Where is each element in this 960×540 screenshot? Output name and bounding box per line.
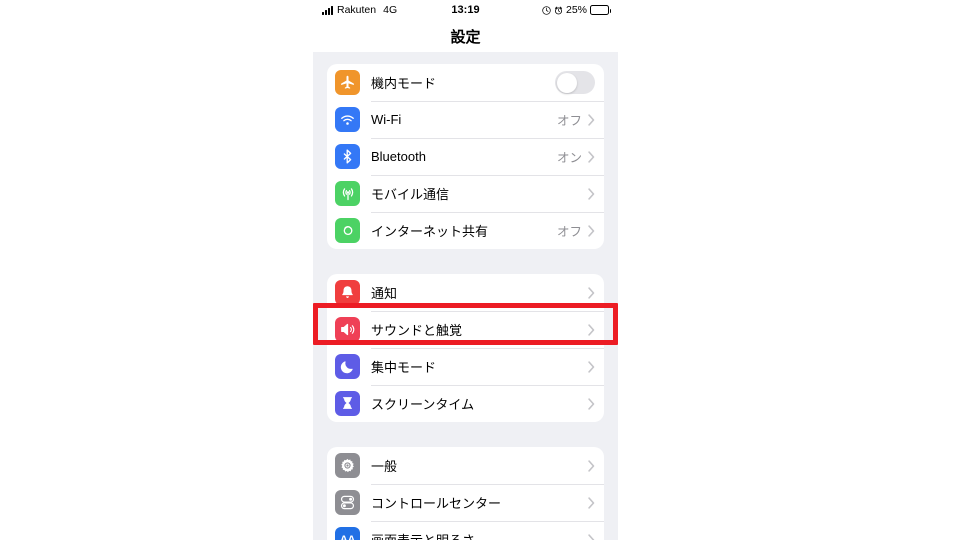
carrier-name: Rakuten: [337, 4, 377, 16]
settings-row-airplane-mode[interactable]: 機内モード: [327, 64, 604, 101]
settings-row-notifications[interactable]: 通知: [327, 274, 604, 311]
settings-row-value: オフ: [556, 114, 582, 128]
speaker-icon: [335, 317, 360, 342]
moon-icon: [335, 354, 360, 379]
settings-list: 機内モード Wi-Fi オフ Bluetooth オン モバイル通信 インターネ…: [313, 64, 618, 540]
settings-row-label: インターネット共有: [371, 224, 489, 239]
chevron-right-icon: [588, 224, 595, 237]
hotspot-link-icon: [335, 218, 360, 243]
settings-row-sounds-haptics[interactable]: サウンドと触覚: [327, 311, 604, 348]
status-bar-right: 25%: [542, 4, 611, 16]
gear-icon: [335, 453, 360, 478]
location-icon: [542, 5, 551, 15]
cellular-antenna-icon: [335, 181, 360, 206]
settings-row-label: Wi-Fi: [371, 112, 402, 127]
settings-group-alerts: 通知 サウンドと触覚 集中モード スクリーンタイム: [327, 274, 604, 422]
network-type-label: 4G: [383, 4, 398, 16]
aa-text-icon: AA: [335, 527, 360, 540]
settings-row-display-brightness[interactable]: AA 画面表示と明るさ: [327, 521, 604, 540]
settings-row-control-center[interactable]: コントロールセンター: [327, 484, 604, 521]
chevron-right-icon: [588, 323, 595, 336]
settings-row-label: 集中モード: [371, 360, 437, 375]
settings-row-label: 一般: [371, 459, 398, 474]
settings-row-wifi[interactable]: Wi-Fi オフ: [327, 101, 604, 138]
hourglass-icon: [335, 391, 360, 416]
navigation-bar: 設定: [313, 20, 618, 52]
sliders-icon: [335, 490, 360, 515]
battery-icon: [590, 5, 611, 15]
settings-row-general[interactable]: 一般: [327, 447, 604, 484]
bell-icon: [335, 280, 360, 305]
settings-row-bluetooth[interactable]: Bluetooth オン: [327, 138, 604, 175]
settings-row-cellular[interactable]: モバイル通信: [327, 175, 604, 212]
settings-row-label: Bluetooth: [371, 149, 426, 164]
settings-row-label: スクリーンタイム: [371, 397, 475, 412]
chevron-right-icon: [588, 150, 595, 163]
chevron-right-icon: [588, 496, 595, 509]
settings-row-screen-time[interactable]: スクリーンタイム: [327, 385, 604, 422]
wifi-icon: [335, 107, 360, 132]
settings-row-label: サウンドと触覚: [371, 323, 463, 338]
chevron-right-icon: [588, 113, 595, 126]
battery-percentage: 25%: [565, 4, 587, 16]
chevron-right-icon: [588, 533, 595, 540]
settings-group-system: 一般 コントロールセンター AA: [327, 447, 604, 540]
settings-row-value: オン: [556, 151, 582, 165]
settings-row-value: オフ: [556, 225, 582, 239]
chevron-right-icon: [588, 187, 595, 200]
status-bar: Rakuten 4G 13:19 25%: [313, 0, 618, 20]
phone-screen: Rakuten 4G 13:19 25% 設定 機内モード Wi-Fi オフ B…: [313, 0, 618, 540]
cellular-signal-icon: [322, 5, 333, 15]
status-bar-left: Rakuten 4G: [322, 4, 397, 16]
settings-row-label: コントロールセンター: [371, 496, 502, 511]
airplane-mode-toggle[interactable]: [555, 71, 595, 94]
chevron-right-icon: [588, 397, 595, 410]
screenshot-root: Rakuten 4G 13:19 25% 設定 機内モード Wi-Fi オフ B…: [0, 0, 960, 540]
bluetooth-icon: [335, 144, 360, 169]
settings-row-label: 通知: [371, 286, 398, 301]
aa-glyph: AA: [339, 533, 356, 540]
settings-row-personal-hotspot[interactable]: インターネット共有 オフ: [327, 212, 604, 249]
page-title: 設定: [450, 28, 481, 46]
settings-row-label: 画面表示と明るさ: [371, 530, 582, 540]
chevron-right-icon: [588, 459, 595, 472]
chevron-right-icon: [588, 286, 595, 299]
settings-row-label: モバイル通信: [371, 187, 450, 202]
chevron-right-icon: [588, 360, 595, 373]
toggle-knob: [556, 72, 577, 93]
settings-row-focus[interactable]: 集中モード: [327, 348, 604, 385]
settings-group-connectivity: 機内モード Wi-Fi オフ Bluetooth オン モバイル通信 インターネ…: [327, 64, 604, 249]
alarm-icon: [554, 6, 563, 15]
airplane-icon: [335, 70, 360, 95]
settings-row-label: 機内モード: [371, 76, 437, 91]
